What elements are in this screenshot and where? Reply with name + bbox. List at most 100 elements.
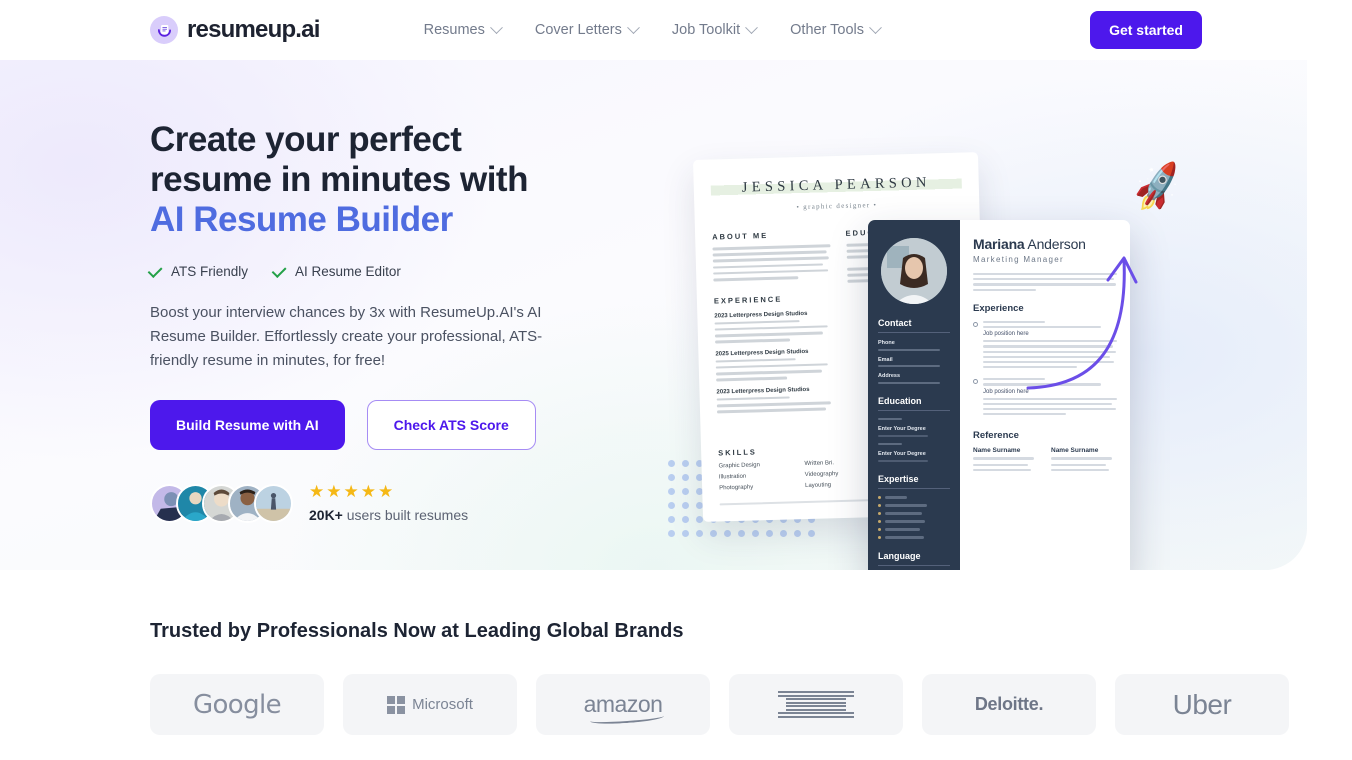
skill-item: Videography xyxy=(804,471,839,479)
skill-item: Written Bri. xyxy=(804,460,835,468)
nav-item-cover-letters[interactable]: Cover Letters xyxy=(534,20,640,38)
amazon-logo: amazon xyxy=(584,691,665,726)
check-icon xyxy=(271,262,287,278)
resume-entry: 2023 Letterpress Design Studios xyxy=(716,386,834,396)
degree-label: Enter Your Degree xyxy=(878,426,926,433)
hero-paragraph: Boost your interview chances by 3x with … xyxy=(150,304,543,369)
nav-item-resumes[interactable]: Resumes xyxy=(423,20,503,38)
social-text-group: ★★★★★ 20K+ users built resumes xyxy=(309,483,468,523)
skill-item: Graphic Design xyxy=(718,462,761,470)
social-count: 20K+ xyxy=(309,507,343,523)
section-heading-language: Language xyxy=(878,551,950,566)
expertise-item xyxy=(878,512,950,515)
microsoft-squares-icon xyxy=(387,695,406,714)
check-icon xyxy=(147,262,163,278)
avatar-stack xyxy=(150,483,293,523)
feature-checks: ATS Friendly AI Resume Editor xyxy=(147,262,580,279)
nav-item-job-toolkit[interactable]: Job Toolkit xyxy=(671,20,759,38)
first-name: Mariana xyxy=(973,236,1025,252)
skill-item: Illustration xyxy=(718,474,747,481)
chevron-down-icon xyxy=(489,20,503,34)
resume-back-name: JESSICA PEARSON xyxy=(710,170,963,201)
nav-label: Other Tools xyxy=(790,22,865,38)
timeline-dot-icon xyxy=(973,379,978,385)
contact-label: Phone xyxy=(878,340,895,346)
avatar xyxy=(254,483,293,523)
entry-year: 2023 xyxy=(714,312,728,320)
headline-line-1: Create your perfect xyxy=(150,120,462,159)
section-heading-expertise: Expertise xyxy=(878,474,950,489)
microsoft-logo: Microsoft xyxy=(387,695,473,714)
get-started-button[interactable]: Get started xyxy=(1090,11,1202,49)
curved-up-arrow-icon xyxy=(1026,256,1138,390)
reference-item: Name Surname xyxy=(973,447,1039,474)
brand-card-deloitte: Deloitte. xyxy=(922,674,1096,735)
page-root: resumeup.ai Resumes Cover Letters Job To… xyxy=(0,0,1352,760)
resume-entry: 2023 Letterpress Design Studios xyxy=(714,310,832,319)
chevron-down-icon xyxy=(745,20,759,34)
feature-check-ats: ATS Friendly xyxy=(147,262,249,279)
entry-year: 2023 xyxy=(716,388,730,396)
section-heading-reference: Reference xyxy=(973,430,1019,442)
social-suffix: users built resumes xyxy=(342,507,469,523)
feature-label: ATS Friendly xyxy=(171,264,249,279)
brand-name: resumeup.ai xyxy=(187,16,320,43)
deloitte-logo: Deloitte. xyxy=(974,694,1044,714)
headline-accent: AI Resume Builder xyxy=(150,200,453,239)
brand-card-microsoft: Microsoft xyxy=(343,674,517,735)
check-ats-score-button[interactable]: Check ATS Score xyxy=(366,400,536,450)
brands-section: Trusted by Professionals Now at Leading … xyxy=(150,620,1289,735)
expertise-item xyxy=(878,496,950,499)
reference-name: Name Surname xyxy=(1051,447,1099,455)
social-proof: ★★★★★ 20K+ users built resumes xyxy=(150,483,580,523)
entry-title: Letterpress Design Studios xyxy=(731,386,810,395)
entry-title: Letterpress Design Studios xyxy=(729,310,808,319)
page-title: Create your perfect resume in minutes wi… xyxy=(150,120,580,240)
brand-card-uber: Uber xyxy=(1115,674,1289,735)
nav-label: Resumes xyxy=(423,22,485,38)
main-nav: Resumes Cover Letters Job Toolkit Other … xyxy=(423,20,882,38)
brand-card-ibm: IBM xyxy=(729,674,903,735)
microsoft-label: Microsoft xyxy=(412,696,473,713)
google-logo: Google xyxy=(192,689,282,720)
entry-year: 2025 xyxy=(715,350,729,358)
section-heading-about: ABOUT ME xyxy=(712,230,769,242)
resume-front-sidebar: Contact Phone Email Address Education En… xyxy=(868,220,960,570)
brand-logo[interactable]: resumeup.ai xyxy=(150,16,320,44)
expertise-item xyxy=(878,528,950,531)
hero-illustration: JESSICA PEARSON • graphic designer • ABO… xyxy=(650,92,1270,570)
brands-title: Trusted by Professionals Now at Leading … xyxy=(150,620,684,642)
brand-card-google: Google xyxy=(150,674,324,735)
contact-label: Address xyxy=(878,373,901,380)
nav-item-other-tools[interactable]: Other Tools xyxy=(790,20,882,38)
expertise-item xyxy=(878,520,950,523)
section-heading-experience: EXPERIENCE xyxy=(713,294,783,306)
reference-name: Name Surname xyxy=(973,447,1021,455)
nav-label: Job Toolkit xyxy=(671,22,741,38)
hero-section: Create your perfect resume in minutes wi… xyxy=(0,52,1307,570)
brand-logo-row: Google Microsoft amazon IBM xyxy=(150,674,1289,735)
build-resume-button[interactable]: Build Resume with AI xyxy=(150,400,345,450)
resume-back-role: • graphic designer • xyxy=(796,200,878,212)
resume-entry: 2025 Letterpress Design Studios xyxy=(715,348,833,358)
entry-title: Letterpress Design Studios xyxy=(730,348,809,357)
section-heading-education: Education xyxy=(878,396,950,412)
uber-logo: Uber xyxy=(1172,688,1232,720)
ibm-logo: IBM xyxy=(778,691,854,718)
chevron-down-icon xyxy=(627,20,640,34)
nav-label: Cover Letters xyxy=(534,22,622,38)
reference-item: Name Surname xyxy=(1051,447,1117,474)
star-rating-icon: ★★★★★ xyxy=(309,482,396,501)
hero-copy: Create your perfect resume in minutes wi… xyxy=(147,120,580,523)
feature-check-editor: AI Resume Editor xyxy=(271,262,401,279)
chevron-down-icon xyxy=(869,20,882,34)
avatar xyxy=(881,238,947,304)
reference-list: Name Surname Name Surname xyxy=(973,447,1117,474)
skill-item: Layouting xyxy=(805,482,832,490)
skill-item: Photography xyxy=(719,484,754,492)
rocket-icon: 🚀 xyxy=(1129,161,1187,215)
social-proof-text: 20K+ users built resumes xyxy=(309,507,468,523)
contact-label: Email xyxy=(878,356,893,363)
hero-button-row: Build Resume with AI Check ATS Score xyxy=(150,400,580,450)
headline-line-2: resume in minutes with xyxy=(150,160,528,199)
